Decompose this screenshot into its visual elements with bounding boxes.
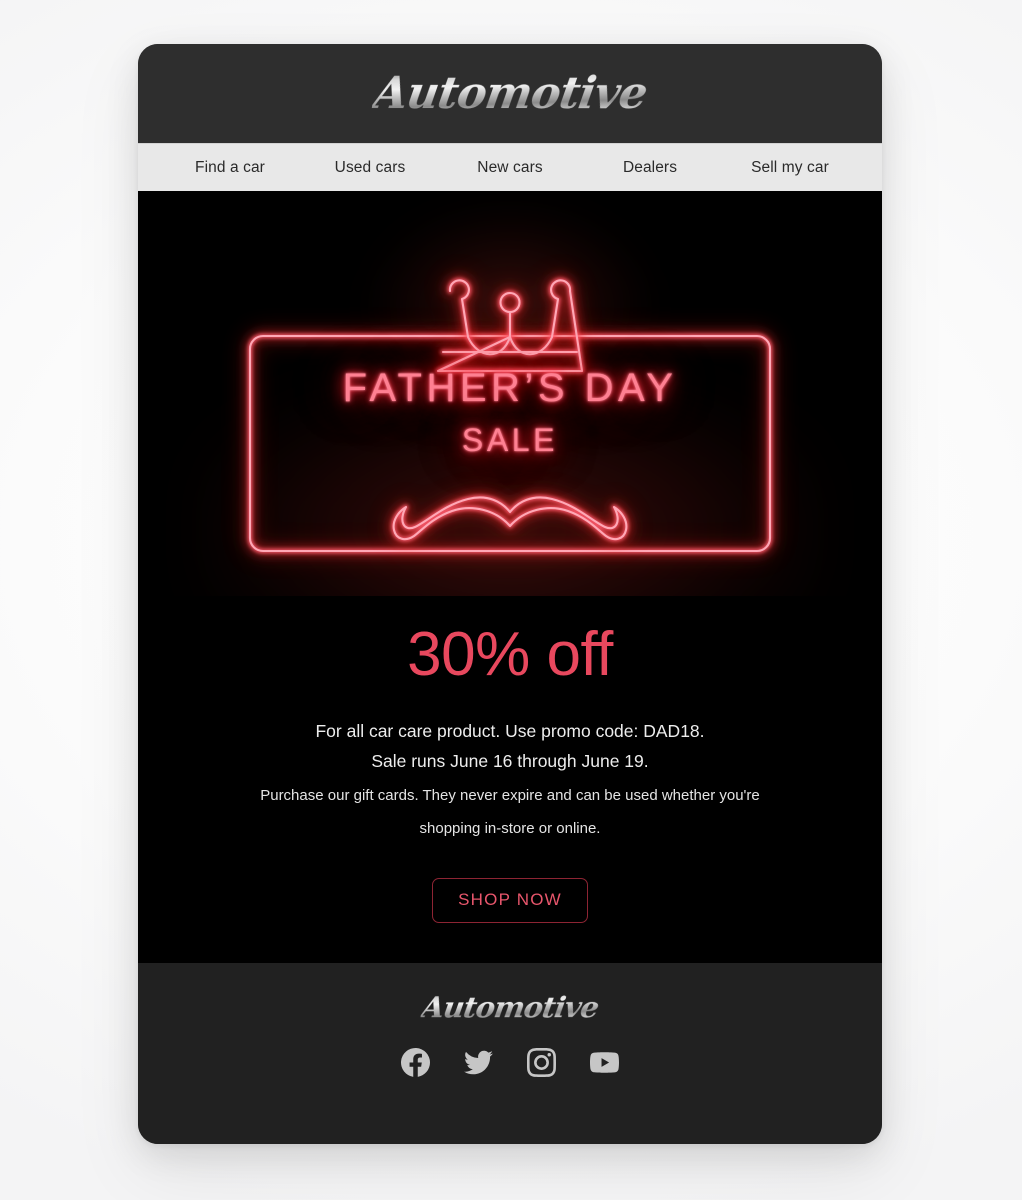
cta-container: SHOP NOW	[200, 842, 820, 923]
offer-line-channels: shopping in-store or online.	[419, 819, 601, 837]
email-footer: Automotive	[138, 962, 882, 1144]
offer-line-promo: For all car care product. Use promo code…	[315, 721, 705, 741]
neon-tube-graphics	[200, 191, 820, 596]
youtube-icon[interactable]	[590, 1048, 619, 1077]
twitter-icon[interactable]	[464, 1048, 493, 1077]
neon-sign-artwork: FATHER’S DAY SALE	[138, 191, 882, 596]
email-card: Automotive Find a car Used cars New cars…	[138, 44, 882, 1144]
mustache-icon	[394, 497, 627, 539]
facebook-icon[interactable]	[401, 1047, 430, 1077]
offer-block: 30% off For all car care product. Use pr…	[138, 596, 882, 923]
nav-item-sell-my-car[interactable]: Sell my car	[720, 159, 860, 177]
offer-line-dates: Sale runs June 16 through June 19.	[371, 751, 649, 772]
brand-logo: Automotive	[369, 67, 651, 119]
social-links	[401, 1047, 619, 1077]
primary-navigation: Find a car Used cars New cars Dealers Se…	[138, 143, 882, 191]
instagram-icon[interactable]	[527, 1047, 556, 1077]
offer-line-giftcard: Purchase our gift cards. They never expi…	[260, 787, 760, 805]
footer-brand-logo: Automotive	[419, 989, 601, 1024]
crown-icon	[438, 280, 582, 371]
hero-section: FATHER’S DAY SALE 30% off For all car ca…	[138, 191, 882, 963]
email-header: Automotive	[138, 44, 882, 143]
nav-item-new-cars[interactable]: New cars	[440, 159, 580, 177]
nav-item-dealers[interactable]: Dealers	[580, 159, 720, 177]
offer-headline: 30% off	[407, 620, 613, 689]
nav-item-used-cars[interactable]: Used cars	[300, 159, 440, 177]
offer-body-copy: For all car care product. Use promo code…	[200, 716, 820, 842]
page-background: Automotive Find a car Used cars New cars…	[0, 0, 1022, 1200]
nav-item-find-a-car[interactable]: Find a car	[160, 159, 300, 177]
shop-now-button[interactable]: SHOP NOW	[432, 877, 588, 923]
